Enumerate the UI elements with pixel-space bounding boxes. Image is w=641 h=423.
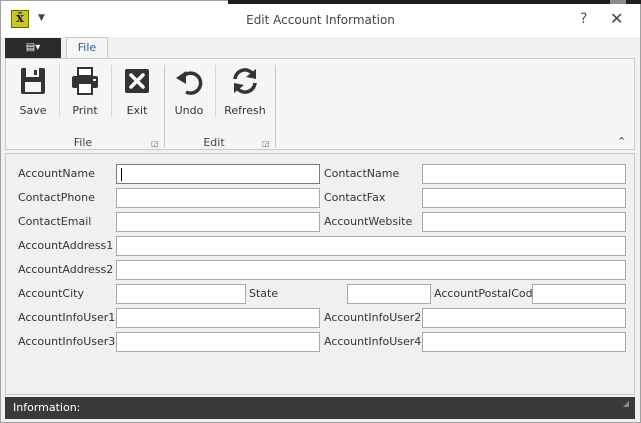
status-bar: Information: ◢ (5, 397, 635, 419)
undo-button[interactable]: Undo (169, 65, 209, 123)
account-website-input[interactable] (422, 212, 626, 232)
account-city-label: AccountCity (18, 287, 84, 300)
account-address1-label: AccountAddress1 (18, 239, 114, 252)
contact-email-label: ContactEmail (18, 215, 92, 228)
window-title: Edit Account Information (246, 13, 395, 27)
exit-icon (125, 69, 149, 93)
group-label-edit: Edit (203, 136, 225, 149)
tab-file[interactable]: File (66, 37, 108, 59)
save-label: Save (19, 104, 47, 117)
account-postal-code-input[interactable] (532, 284, 626, 304)
group-separator (164, 65, 165, 147)
application-menu-button[interactable]: ▤▾ (5, 38, 61, 58)
edit-group-launcher-icon[interactable]: ◲ (262, 139, 270, 148)
account-city-input[interactable] (116, 284, 246, 304)
separator (215, 65, 216, 117)
undo-label: Undo (174, 104, 204, 117)
separator (59, 65, 60, 117)
account-form: AccountName ContactName ContactPhone Con… (5, 153, 635, 395)
print-label: Print (72, 104, 98, 117)
account-info-user4-input[interactable] (422, 332, 626, 352)
status-label: Information: (13, 401, 81, 414)
account-website-label: AccountWebsite (324, 215, 413, 228)
undo-icon (176, 71, 203, 95)
account-address1-input[interactable] (116, 236, 626, 256)
account-info-user1-input[interactable] (116, 308, 320, 328)
contact-phone-input[interactable] (116, 188, 320, 208)
edit-account-window: x̄ ▼ Edit Account Information ? ✕ ▤▾ Fil… (0, 0, 641, 423)
resize-grip-icon[interactable]: ◢ (623, 393, 629, 415)
background-scroll-thumb (610, 0, 626, 4)
contact-fax-label: ContactFax (324, 191, 386, 204)
exit-button[interactable]: Exit (116, 65, 158, 123)
account-info-user2-label: AccountInfoUser2 (324, 311, 422, 324)
account-address2-label: AccountAddress2 (18, 263, 114, 276)
file-group-launcher-icon[interactable]: ◲ (151, 139, 159, 148)
account-name-label: AccountName (18, 167, 95, 180)
text-caret (121, 168, 122, 181)
state-input[interactable] (347, 284, 431, 304)
contact-email-input[interactable] (116, 212, 320, 232)
save-button[interactable]: Save (12, 65, 54, 123)
exit-label: Exit (126, 104, 148, 117)
group-separator (275, 65, 276, 147)
account-address2-input[interactable] (116, 260, 626, 280)
print-icon (72, 67, 98, 95)
refresh-icon (233, 68, 257, 94)
close-button[interactable]: ✕ (610, 9, 623, 28)
account-postal-code-label: AccountPostalCode (434, 287, 540, 300)
group-label-file: File (73, 136, 93, 149)
account-info-user1-label: AccountInfoUser1 (18, 311, 116, 324)
account-info-user3-label: AccountInfoUser3 (18, 335, 116, 348)
state-label: State (249, 287, 279, 300)
collapse-ribbon-icon[interactable]: ⌃ (617, 135, 626, 148)
ribbon-panel: Save Print Exit File ◲ Undo Refresh Edit… (5, 58, 635, 150)
refresh-button[interactable]: Refresh (220, 65, 270, 123)
print-button[interactable]: Print (64, 65, 106, 123)
account-info-user4-label: AccountInfoUser4 (324, 335, 422, 348)
account-info-user2-input[interactable] (422, 308, 626, 328)
contact-name-label: ContactName (324, 167, 400, 180)
separator (111, 65, 112, 117)
account-info-user3-input[interactable] (116, 332, 320, 352)
help-button[interactable]: ? (580, 11, 587, 27)
contact-name-input[interactable] (422, 164, 626, 184)
background-strip (228, 0, 641, 4)
save-icon (21, 68, 45, 94)
contact-phone-label: ContactPhone (18, 191, 95, 204)
title-bar[interactable]: x̄ ▼ Edit Account Information ? ✕ (1, 1, 640, 37)
refresh-label: Refresh (224, 104, 266, 117)
account-name-input[interactable] (116, 164, 320, 184)
contact-fax-input[interactable] (422, 188, 626, 208)
